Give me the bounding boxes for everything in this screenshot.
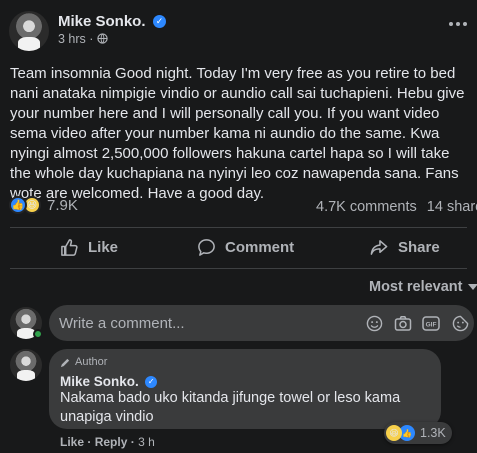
share-label: Share [398,239,440,256]
sticker-icon[interactable] [451,314,469,332]
share-icon [370,240,388,255]
comment-like-link[interactable]: Like [60,435,84,449]
comment-reply-link[interactable]: Reply [95,435,128,449]
post-author-avatar[interactable] [9,11,49,51]
post-author-name[interactable]: Mike Sonko. [58,13,146,30]
comment-reactions[interactable]: 😆 👍 1.3K [384,422,452,444]
comment-reactions-count: 1.3K [420,426,446,440]
comment-button[interactable]: Comment [197,238,294,257]
divider [10,227,467,228]
comment-label: Comment [225,239,295,256]
post-timestamp[interactable]: 3 hrs · [58,32,97,46]
shares-count[interactable]: 14 shares [427,199,477,215]
thumbs-up-icon [61,239,78,256]
share-button[interactable]: Share [369,238,440,257]
svg-text:GIF: GIF [426,321,437,328]
verified-badge-icon: ✓ [145,375,158,388]
comments-count[interactable]: 4.7K comments [316,199,417,215]
haha-reaction-icon: 😆 [386,425,402,441]
like-button[interactable]: Like [60,238,118,257]
emoji-icon[interactable] [365,314,383,332]
more-options-icon[interactable] [449,16,469,32]
comment-sort-dropdown[interactable]: Most relevant [369,279,477,295]
comment-input-box[interactable]: Write a comment... GIF [49,305,474,341]
like-reaction-icon: 👍 [9,196,27,214]
like-label: Like [88,239,119,256]
reactions-summary[interactable]: 👍 😆 7.9K [9,196,78,214]
comment-icon [198,239,215,256]
comment-bubble: Author Mike Sonko. ✓ Nakama bado uko kit… [49,349,441,429]
globe-icon [97,33,108,44]
comment-input[interactable]: Write a comment... [59,315,185,332]
caret-down-icon [468,283,477,290]
divider [10,268,467,269]
comment-text: Nakama bado uko kitanda jifunge towel or… [60,390,401,425]
comment-author-avatar[interactable] [10,349,42,381]
online-status-dot [33,329,43,339]
comment-timestamp[interactable]: 3 h [138,435,155,449]
sort-label: Most relevant [369,279,463,295]
author-badge: Author [75,356,108,368]
camera-icon[interactable] [394,314,412,332]
verified-badge-icon: ✓ [152,15,166,29]
comment-author-name[interactable]: Mike Sonko. [60,374,139,389]
pencil-icon [60,358,70,367]
reactions-count: 7.9K [47,196,78,214]
post-body-text: Team insomnia Good night. Today I'm very… [10,65,465,202]
gif-icon[interactable]: GIF [422,314,440,332]
